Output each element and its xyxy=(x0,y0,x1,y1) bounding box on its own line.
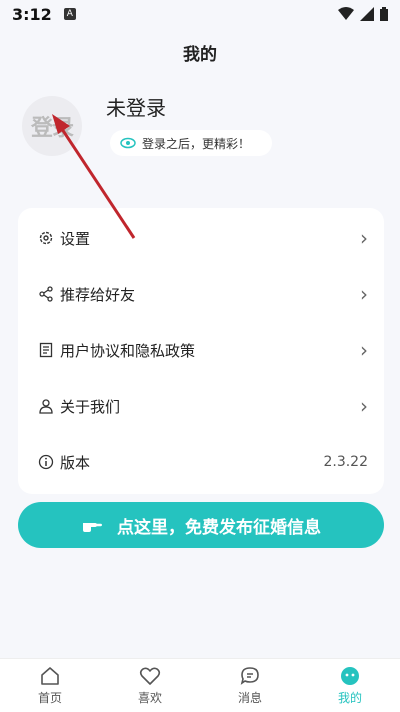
pointing-hand-icon xyxy=(83,523,102,532)
menu-item-share[interactable]: 推荐给好友 › xyxy=(18,266,384,322)
eye-icon xyxy=(120,137,136,149)
tab-bar: 首页 喜欢 消息 我的 xyxy=(0,658,400,712)
tab-messages[interactable]: 消息 xyxy=(200,659,300,712)
tab-likes[interactable]: 喜欢 xyxy=(100,659,200,712)
status-bar: 3:12 A xyxy=(0,0,400,28)
tab-home[interactable]: 首页 xyxy=(0,659,100,712)
login-hint-text: 登录之后，更精彩！ xyxy=(142,136,251,151)
chevron-right-icon: › xyxy=(360,394,368,418)
menu-item-agreement[interactable]: 用户协议和隐私政策 › xyxy=(18,322,384,378)
gear-icon xyxy=(38,230,54,246)
publish-button-label: 点这里，免费发布征婚信息 xyxy=(117,517,321,538)
tab-label: 首页 xyxy=(37,691,62,705)
menu-item-about[interactable]: 关于我们 › xyxy=(18,378,384,434)
profile-icon xyxy=(341,667,359,685)
chevron-right-icon: › xyxy=(360,338,368,362)
heart-icon xyxy=(139,667,161,685)
chevron-right-icon: › xyxy=(360,226,368,250)
avatar[interactable]: 登录 xyxy=(22,96,82,156)
menu-item-label: 版本 xyxy=(60,453,91,472)
battery-icon xyxy=(380,7,388,21)
version-value: 2.3.22 xyxy=(323,454,368,470)
message-icon xyxy=(240,667,259,685)
menu-item-version: 版本 2.3.22 xyxy=(18,434,384,490)
login-hint[interactable]: 登录之后，更精彩！ xyxy=(110,130,272,156)
tab-profile[interactable]: 我的 xyxy=(300,659,400,712)
person-icon xyxy=(38,398,54,414)
wifi-icon xyxy=(338,7,354,20)
page-title: 我的 xyxy=(183,45,217,65)
document-icon xyxy=(38,342,54,358)
tab-label: 消息 xyxy=(237,691,262,705)
menu-card: 设置 › 推荐给好友 › 用户协议和隐私政策 › 关于我们 › 版本 2.3.2… xyxy=(18,208,384,494)
status-time: 3:12 xyxy=(12,4,52,24)
user-name[interactable]: 未登录 xyxy=(106,92,166,121)
tab-label: 我的 xyxy=(337,691,362,705)
notification-icon: A xyxy=(63,8,76,20)
chevron-right-icon: › xyxy=(360,282,368,306)
menu-item-label: 设置 xyxy=(60,229,91,248)
menu-item-settings[interactable]: 设置 › xyxy=(18,210,384,266)
publish-button[interactable]: 点这里，免费发布征婚信息 xyxy=(18,502,384,548)
menu-item-label: 用户协议和隐私政策 xyxy=(60,341,196,360)
menu-item-label: 推荐给好友 xyxy=(60,285,136,304)
tab-label: 喜欢 xyxy=(137,691,162,705)
home-icon xyxy=(41,667,59,685)
info-icon xyxy=(38,454,54,470)
menu-item-label: 关于我们 xyxy=(60,397,121,416)
share-icon xyxy=(38,286,54,302)
status-icons xyxy=(338,7,388,21)
signal-icon xyxy=(360,7,374,21)
